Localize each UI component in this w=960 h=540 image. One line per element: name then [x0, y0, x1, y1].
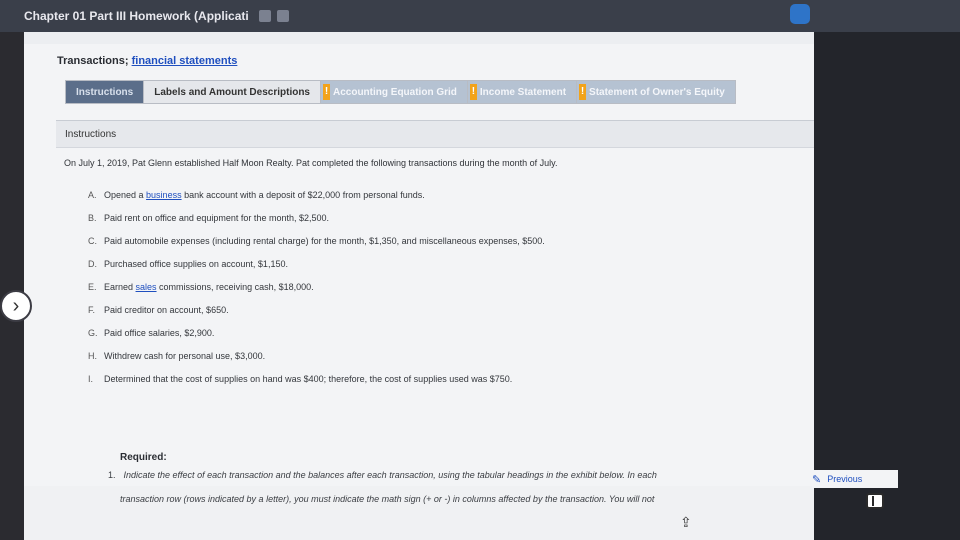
- dark-margin: [814, 32, 960, 540]
- app-badge-icon[interactable]: [790, 4, 810, 24]
- transaction-list: A. Opened a business bank account with a…: [88, 190, 545, 397]
- chevron-right-icon[interactable]: ›: [0, 290, 32, 322]
- warning-icon: !: [579, 84, 587, 100]
- tab-accounting-equation-grid[interactable]: ! Accounting Equation Grid: [320, 80, 467, 104]
- list-item: B. Paid rent on office and equipment for…: [88, 213, 329, 223]
- tab-labels-and-amounts[interactable]: Labels and Amount Descriptions: [143, 80, 320, 104]
- list-item: F. Paid creditor on account, $650.: [88, 305, 229, 315]
- tab-income-statement[interactable]: ! Income Statement: [466, 80, 577, 104]
- top-strip: [24, 32, 814, 44]
- document-icon[interactable]: [276, 10, 289, 22]
- list-item: D. Purchased office supplies on account,…: [88, 259, 288, 269]
- required-line-1: 1. Indicate the effect of each transactio…: [108, 470, 657, 480]
- list-item: C. Paid automobile expenses (including r…: [88, 236, 545, 246]
- warning-icon: !: [323, 84, 330, 100]
- instructions-panel-header: Instructions: [56, 120, 814, 148]
- speaker-icon[interactable]: [258, 10, 271, 22]
- tab-statement-of-owners-equity[interactable]: ! Statement of Owner's Equity: [576, 80, 736, 104]
- previous-button[interactable]: ✎ Previous: [812, 470, 898, 488]
- list-item: H. Withdrew cash for personal use, $3,00…: [88, 351, 266, 361]
- required-heading: Required:: [120, 452, 167, 463]
- warning-icon: !: [469, 84, 477, 100]
- window-title: Chapter 01 Part III Homework (Applicati: [24, 9, 249, 23]
- list-item: I. Determined that the cost of supplies …: [88, 374, 513, 384]
- list-item: G. Paid office salaries, $2,900.: [88, 328, 215, 338]
- required-line-2: transaction row (rows indicated by a let…: [120, 494, 655, 504]
- business-link[interactable]: business: [146, 190, 182, 200]
- list-item: E. Earned sales commissions, receiving c…: [88, 282, 314, 292]
- window-title-bar: Chapter 01 Part III Homework (Applicati: [0, 0, 960, 32]
- sidebar-toggle-icon[interactable]: [866, 493, 884, 509]
- financial-statements-link[interactable]: financial statements: [132, 55, 238, 67]
- share-icon[interactable]: ⇪: [680, 514, 692, 531]
- pencil-icon: ✎: [812, 473, 822, 486]
- list-item: A. Opened a business bank account with a…: [88, 190, 425, 200]
- section-title: Transactions; financial statements: [57, 55, 238, 67]
- tab-bar: Instructions Labels and Amount Descripti…: [65, 80, 736, 104]
- tab-instructions[interactable]: Instructions: [65, 80, 144, 104]
- sales-link[interactable]: sales: [136, 282, 157, 292]
- intro-text: On July 1, 2019, Pat Glenn established H…: [64, 158, 558, 168]
